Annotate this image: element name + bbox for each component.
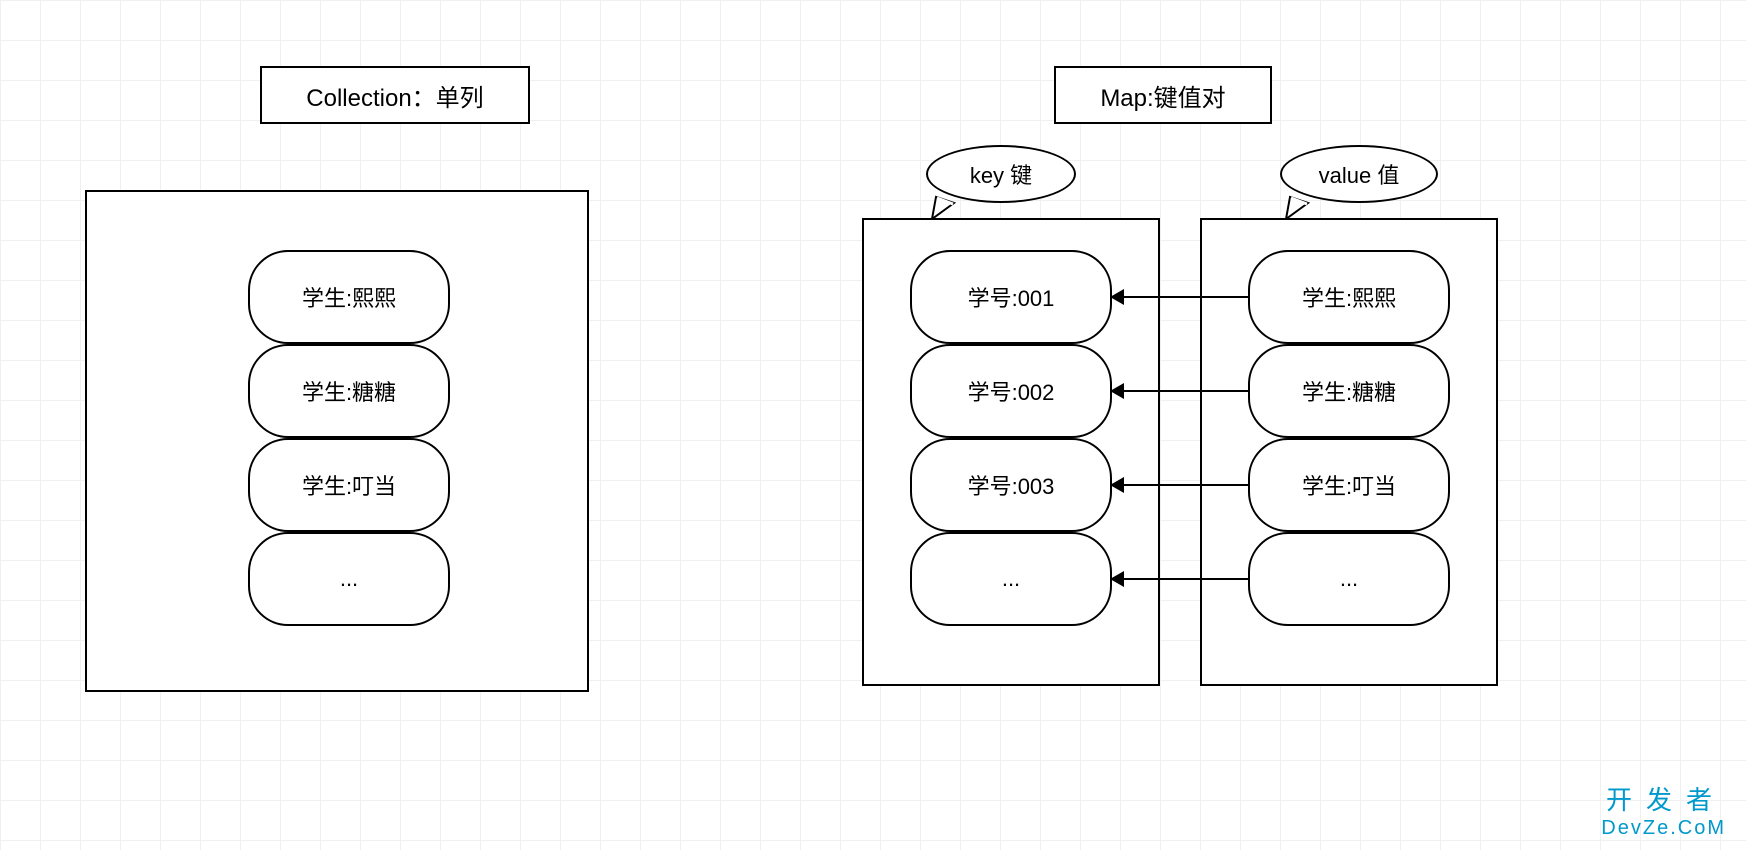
- value-item-label: 学生:叮当: [1302, 469, 1396, 501]
- value-item-label: ...: [1340, 566, 1358, 592]
- key-item: ...: [910, 532, 1112, 626]
- key-bubble-label: key 键: [970, 158, 1032, 190]
- key-item: 学号:003: [910, 438, 1112, 532]
- collection-item-label: 学生:糖糖: [302, 375, 396, 407]
- value-item-label: 学生:熙熙: [1302, 281, 1396, 313]
- arrow-left-icon: [1110, 289, 1124, 305]
- arrow-left-icon: [1110, 477, 1124, 493]
- collection-item: 学生:熙熙: [248, 250, 450, 344]
- value-item: 学生:糖糖: [1248, 344, 1450, 438]
- map-title: Map:键值对: [1100, 78, 1225, 113]
- key-item-label: 学号:001: [968, 281, 1055, 313]
- key-item: 学号:002: [910, 344, 1112, 438]
- key-item-label: ...: [1002, 566, 1020, 592]
- collection-item-label: 学生:叮当: [302, 469, 396, 501]
- watermark-line2: DevZe.CoM: [1601, 817, 1726, 840]
- collection-item-label: 学生:熙熙: [302, 281, 396, 313]
- collection-title: Collection：单列: [306, 78, 483, 113]
- key-item: 学号:001: [910, 250, 1112, 344]
- arrow-line: [1122, 484, 1248, 486]
- collection-item: ...: [248, 532, 450, 626]
- value-item: ...: [1248, 532, 1450, 626]
- arrow-line: [1122, 578, 1248, 580]
- collection-item: 学生:叮当: [248, 438, 450, 532]
- value-bubble-label: value 值: [1319, 158, 1400, 190]
- arrow-line: [1122, 296, 1248, 298]
- key-item-label: 学号:002: [968, 375, 1055, 407]
- map-title-box: Map:键值对: [1054, 66, 1272, 124]
- arrow-left-icon: [1110, 571, 1124, 587]
- value-item: 学生:熙熙: [1248, 250, 1450, 344]
- arrow-line: [1122, 390, 1248, 392]
- watermark: 开发者 DevZe.CoM: [1601, 780, 1726, 840]
- collection-title-box: Collection：单列: [260, 66, 530, 124]
- value-item-label: 学生:糖糖: [1302, 375, 1396, 407]
- collection-item-label: ...: [340, 566, 358, 592]
- key-item-label: 学号:003: [968, 469, 1055, 501]
- watermark-line1: 开发者: [1601, 780, 1726, 817]
- value-item: 学生:叮当: [1248, 438, 1450, 532]
- collection-item: 学生:糖糖: [248, 344, 450, 438]
- arrow-left-icon: [1110, 383, 1124, 399]
